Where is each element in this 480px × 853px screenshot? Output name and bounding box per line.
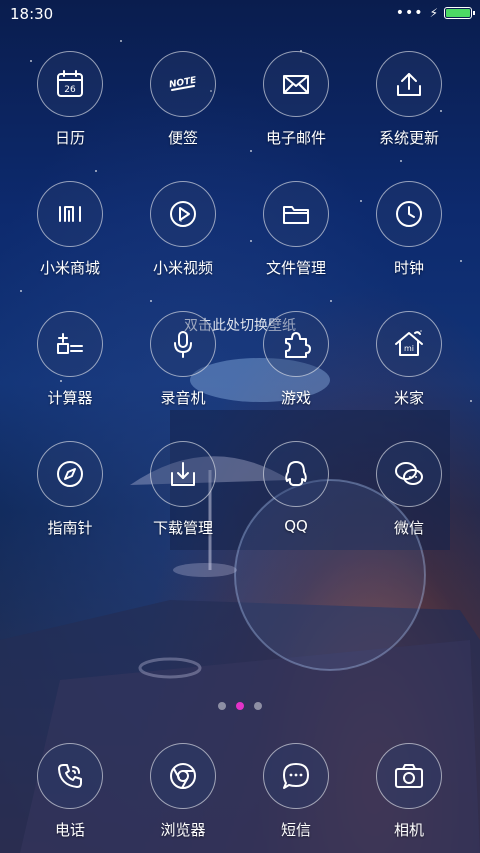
app-clock[interactable]: 时钟 <box>359 181 459 278</box>
star <box>120 40 122 42</box>
app-label: 微信 <box>393 519 424 537</box>
app-label: 下载管理 <box>152 519 213 537</box>
mail-icon[interactable] <box>263 51 329 117</box>
app-label: 浏览器 <box>160 821 206 839</box>
star <box>330 300 332 302</box>
message-icon[interactable] <box>263 743 329 809</box>
app-label: 相机 <box>393 821 424 839</box>
app-label: 小米视频 <box>152 259 213 277</box>
download-icon[interactable] <box>150 441 216 507</box>
battery-icon <box>444 7 475 19</box>
calculator-icon[interactable] <box>37 311 103 377</box>
compass-icon[interactable] <box>37 441 103 507</box>
star <box>470 400 472 402</box>
svg-text:mi: mi <box>404 344 414 353</box>
star <box>20 290 22 292</box>
app-label: 小米商城 <box>39 259 100 277</box>
app-download[interactable]: 下载管理 <box>133 441 233 538</box>
app-label: 游戏 <box>280 389 311 407</box>
update-icon[interactable] <box>376 51 442 117</box>
app-calculator[interactable]: 计算器 <box>20 311 120 408</box>
calendar-icon[interactable]: 26 <box>37 51 103 117</box>
camera-icon[interactable] <box>376 743 442 809</box>
battery-level <box>446 9 470 17</box>
app-mi-store[interactable]: 小米商城 <box>20 181 120 278</box>
page-dot[interactable] <box>254 702 262 710</box>
note-icon[interactable]: NOTE <box>150 51 216 117</box>
star <box>460 260 462 262</box>
app-camera[interactable]: 相机 <box>359 743 459 840</box>
app-compass[interactable]: 指南针 <box>20 441 120 538</box>
app-mail[interactable]: 电子邮件 <box>246 51 346 148</box>
folder-icon[interactable] <box>263 181 329 247</box>
mi-store-icon[interactable] <box>37 181 103 247</box>
charging-icon: ⚡ <box>429 6 438 20</box>
star <box>95 170 97 172</box>
page-dot[interactable] <box>236 702 244 710</box>
app-puzzle[interactable]: 游戏 <box>246 311 346 408</box>
app-label: 米家 <box>393 389 424 407</box>
wechat-icon[interactable] <box>376 441 442 507</box>
microphone-icon[interactable] <box>150 311 216 377</box>
app-calendar[interactable]: 26 日历 <box>20 51 120 148</box>
app-message[interactable]: 短信 <box>246 743 346 840</box>
phone-icon[interactable] <box>37 743 103 809</box>
app-label: 文件管理 <box>265 259 326 277</box>
app-update[interactable]: 系统更新 <box>359 51 459 148</box>
puzzle-icon[interactable] <box>263 311 329 377</box>
page-indicator <box>0 702 480 710</box>
browser-icon[interactable] <box>150 743 216 809</box>
svg-text:26: 26 <box>64 85 76 95</box>
app-microphone[interactable]: 录音机 <box>133 311 233 408</box>
app-folder[interactable]: 文件管理 <box>246 181 346 278</box>
video-icon[interactable] <box>150 181 216 247</box>
app-qq[interactable]: QQ <box>246 441 346 535</box>
status-bar: 18:30 ••• ⚡ <box>0 0 480 28</box>
star <box>400 160 402 162</box>
app-label: 电子邮件 <box>265 129 326 147</box>
notification-dots-icon: ••• <box>395 5 424 21</box>
app-video[interactable]: 小米视频 <box>133 181 233 278</box>
app-label: 日历 <box>54 129 85 147</box>
app-label: 指南针 <box>47 519 93 537</box>
page-dot[interactable] <box>218 702 226 710</box>
app-label: 系统更新 <box>378 129 439 147</box>
status-time: 18:30 <box>10 5 54 23</box>
star <box>250 150 252 152</box>
app-label: 短信 <box>280 821 311 839</box>
app-label: 录音机 <box>160 389 206 407</box>
app-browser[interactable]: 浏览器 <box>133 743 233 840</box>
app-mi-home[interactable]: mi 米家 <box>359 311 459 408</box>
app-wechat[interactable]: 微信 <box>359 441 459 538</box>
app-label: 便签 <box>167 129 198 147</box>
mi-home-icon[interactable]: mi <box>376 311 442 377</box>
qq-icon[interactable] <box>263 441 329 507</box>
app-label: QQ <box>284 517 308 535</box>
app-label: 电话 <box>54 821 85 839</box>
app-phone[interactable]: 电话 <box>20 743 120 840</box>
clock-icon[interactable] <box>376 181 442 247</box>
app-label: 计算器 <box>47 389 93 407</box>
app-label: 时钟 <box>393 259 424 277</box>
app-note[interactable]: NOTE 便签 <box>133 51 233 148</box>
star <box>150 300 152 302</box>
